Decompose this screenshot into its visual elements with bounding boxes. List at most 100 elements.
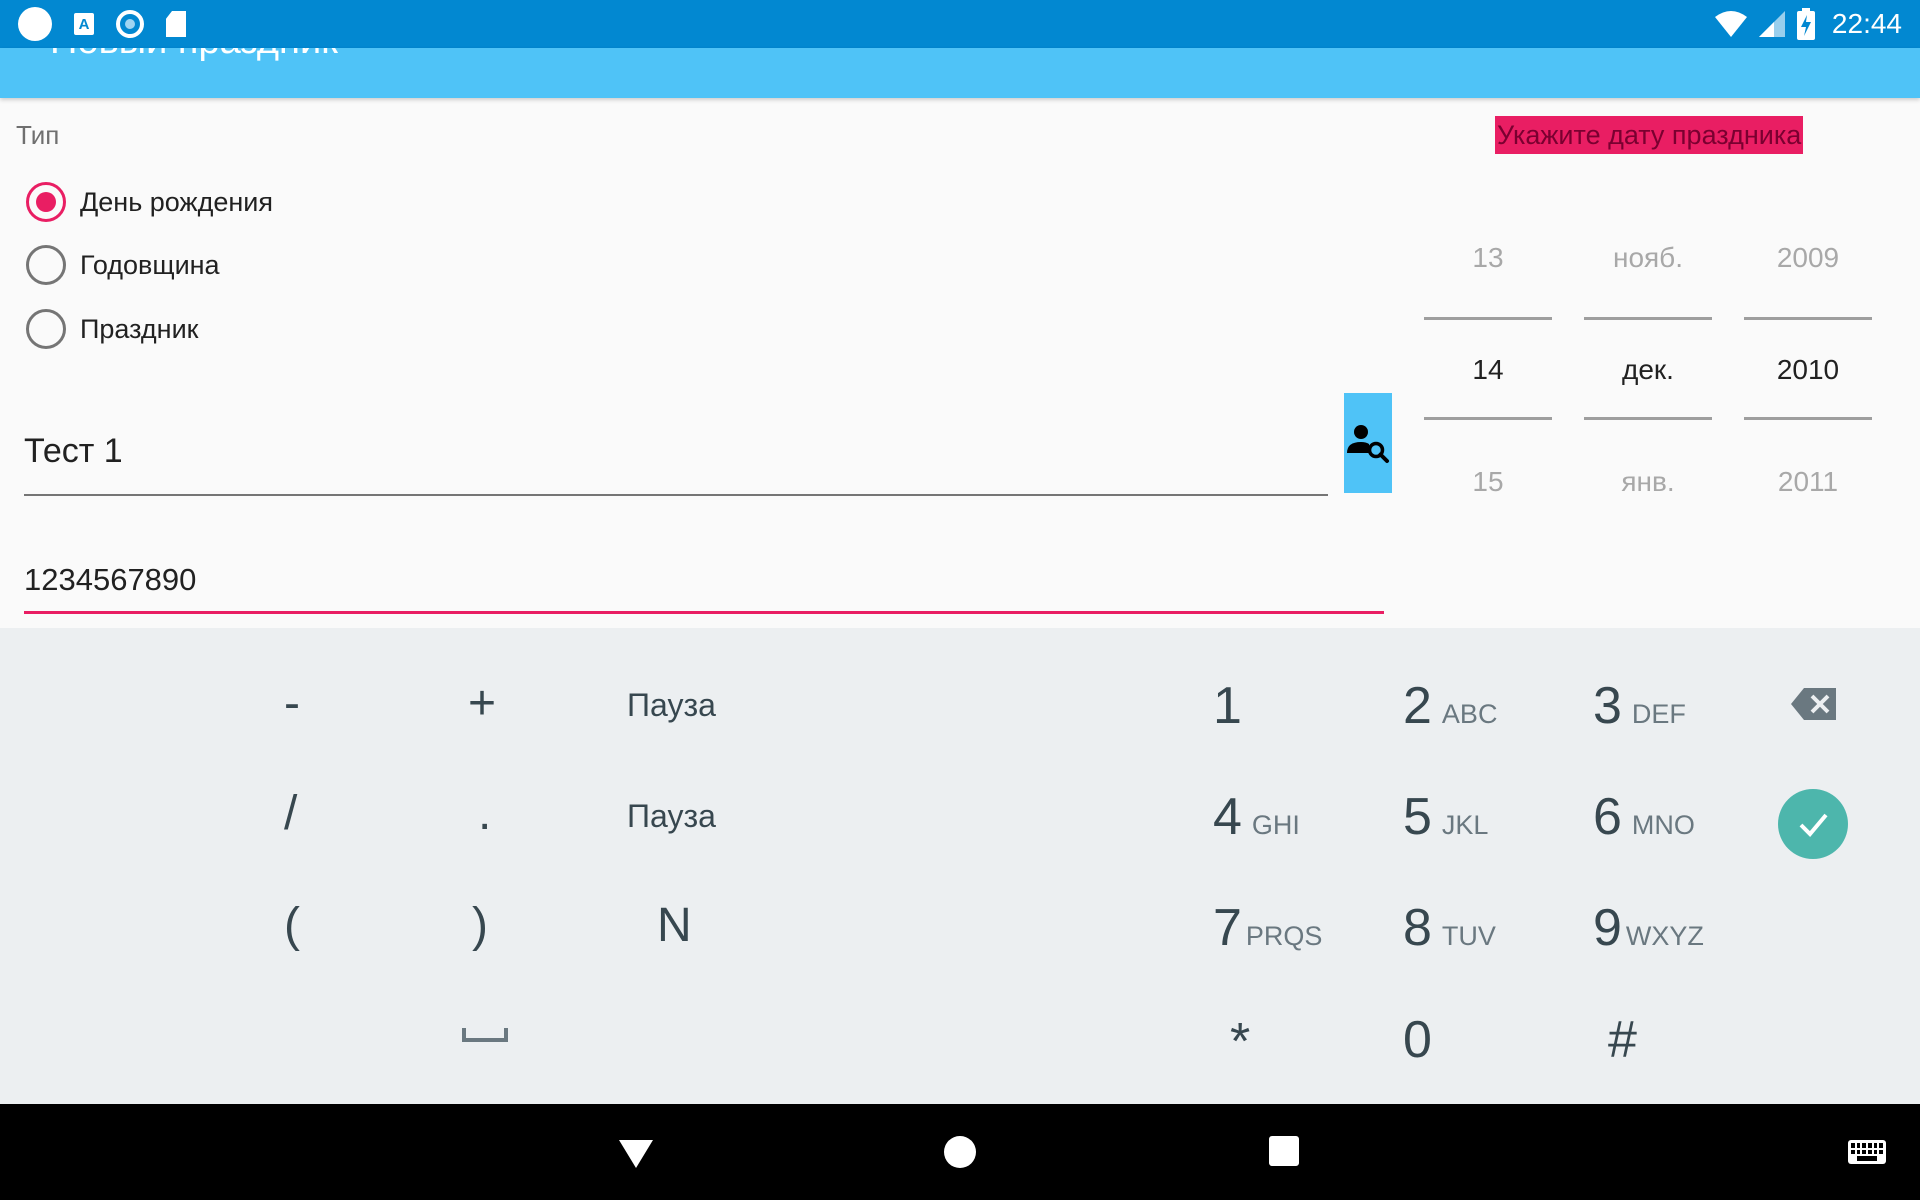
month-next[interactable]: янв. [1584, 466, 1712, 498]
wifi-icon [1714, 11, 1747, 37]
divider [1744, 317, 1872, 320]
key-label: N [657, 899, 692, 952]
radio-label: День рождения [80, 186, 273, 217]
key-letters: WXYZ [1625, 921, 1704, 951]
radio-label: Праздник [80, 313, 199, 344]
key-5[interactable]: 5 JKL [1403, 787, 1488, 847]
radio-button[interactable] [26, 309, 66, 349]
key-label: ( [284, 899, 300, 952]
key-9[interactable]: 9 WXYZ [1593, 898, 1704, 958]
phone-field[interactable]: 1234567890 [24, 562, 1384, 614]
day-selected[interactable]: 14 [1424, 354, 1552, 386]
recents-icon[interactable] [1269, 1136, 1299, 1166]
key-digit: 3 [1593, 677, 1622, 735]
backspace-icon[interactable] [1790, 686, 1838, 722]
radio-button-checked[interactable] [26, 182, 66, 222]
key-digit: 9 [1593, 899, 1622, 957]
key-4[interactable]: 4 GHI [1213, 787, 1300, 847]
status-bar: A 22:44 [0, 0, 1920, 48]
key-wait[interactable]: Пауза [627, 798, 716, 835]
date-hint-text: Укажите дату праздника [1497, 120, 1802, 150]
year-selected[interactable]: 2010 [1744, 354, 1872, 386]
key-hash[interactable]: # [1608, 1010, 1637, 1070]
divider [1584, 417, 1712, 420]
year-next[interactable]: 2011 [1744, 466, 1872, 498]
key-digit: 6 [1593, 788, 1622, 846]
key-letters: TUV [1441, 921, 1496, 951]
clock: 22:44 [1831, 8, 1902, 39]
key-star[interactable]: * [1230, 1012, 1250, 1072]
contact-search-icon [1347, 425, 1389, 463]
key-2[interactable]: 2 ABC [1403, 676, 1497, 736]
divider [1424, 317, 1552, 320]
date-hint-badge: Укажите дату праздника [1495, 116, 1804, 154]
day-next[interactable]: 15 [1424, 466, 1552, 498]
name-field[interactable]: Тест 1 [24, 422, 1328, 496]
app-bar: Новый праздник [0, 48, 1920, 98]
key-minus[interactable]: - [284, 676, 300, 731]
keyboard-switch-icon[interactable] [1848, 1140, 1886, 1164]
day-prev[interactable]: 13 [1424, 242, 1552, 274]
radio-holiday[interactable]: Праздник [26, 307, 198, 351]
key-label: - [284, 677, 300, 730]
key-close-paren[interactable]: ) [472, 898, 488, 953]
check-icon [1799, 813, 1828, 837]
key-8[interactable]: 8 TUV [1403, 898, 1496, 958]
cell-signal-icon [1758, 11, 1785, 37]
key-digit: 2 [1403, 677, 1432, 735]
key-label: ) [472, 899, 488, 952]
key-letters: ABC [1441, 699, 1498, 729]
month-selected[interactable]: дек. [1584, 354, 1712, 386]
divider [1584, 317, 1712, 320]
radio-birthday[interactable]: День рождения [26, 180, 273, 224]
key-letters: DEF [1631, 699, 1686, 729]
key-letters: JKL [1441, 810, 1489, 840]
font-a-icon: A [74, 13, 94, 35]
key-dot[interactable]: . [478, 786, 491, 841]
back-icon[interactable] [619, 1140, 653, 1168]
key-7[interactable]: 7 PRQS [1213, 898, 1322, 958]
key-letters: PRQS [1245, 921, 1323, 951]
key-6[interactable]: 6 MNO [1593, 787, 1695, 847]
ring-notification-icon [116, 10, 144, 38]
key-n[interactable]: N [657, 898, 692, 953]
battery-charging-icon [1796, 8, 1815, 40]
type-label: Тип [16, 120, 60, 150]
sd-card-icon [166, 11, 186, 37]
key-digit: 7 [1213, 899, 1242, 957]
key-3[interactable]: 3 DEF [1593, 676, 1686, 736]
key-digit: * [1230, 1013, 1251, 1071]
key-1[interactable]: 1 [1213, 676, 1242, 736]
key-digit: # [1608, 1011, 1637, 1069]
radio-label: Годовщина [80, 249, 220, 280]
radio-anniversary[interactable]: Годовщина [26, 243, 220, 287]
key-plus[interactable]: + [468, 676, 496, 731]
key-digit: 0 [1403, 1011, 1432, 1069]
space-key[interactable] [462, 1028, 508, 1042]
key-digit: 1 [1213, 677, 1242, 735]
month-prev[interactable]: нояб. [1584, 242, 1712, 274]
divider [1424, 417, 1552, 420]
contact-search-button[interactable] [1344, 393, 1392, 493]
key-label: Пауза [627, 798, 716, 834]
key-open-paren[interactable]: ( [284, 898, 300, 953]
key-letters: MNO [1631, 810, 1695, 840]
key-label: . [478, 787, 492, 840]
key-label: Пауза [627, 687, 716, 723]
divider [1744, 417, 1872, 420]
done-button[interactable] [1778, 789, 1848, 859]
radio-button[interactable] [26, 245, 66, 285]
key-label: + [468, 677, 497, 730]
key-0[interactable]: 0 [1403, 1010, 1432, 1070]
year-prev[interactable]: 2009 [1744, 242, 1872, 274]
key-digit: 8 [1403, 899, 1432, 957]
key-digit: 4 [1213, 788, 1242, 846]
key-pause[interactable]: Пауза [627, 687, 716, 724]
circle-notification-icon [18, 7, 52, 41]
key-digit: 5 [1403, 788, 1432, 846]
home-icon[interactable] [944, 1136, 976, 1168]
key-letters: GHI [1251, 810, 1300, 840]
key-label: / [284, 787, 298, 840]
key-slash[interactable]: / [284, 786, 297, 841]
page-title: Новый праздник [50, 48, 338, 63]
